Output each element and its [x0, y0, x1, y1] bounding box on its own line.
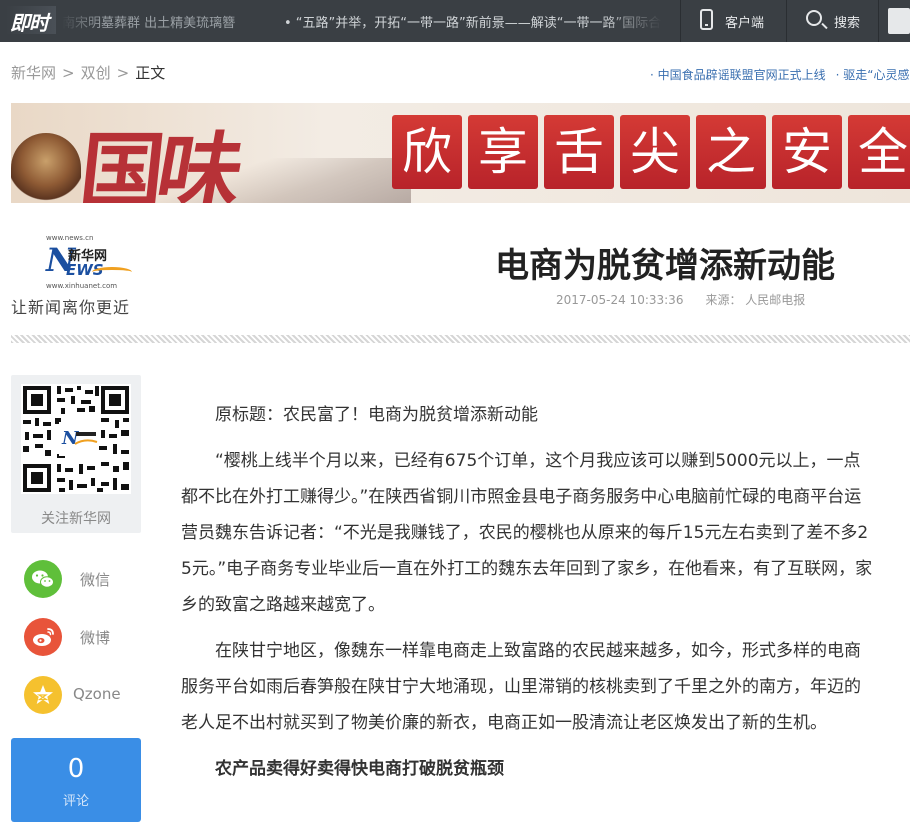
- topbar-divider: [878, 0, 879, 42]
- qr-code-graphic: N: [21, 384, 131, 494]
- qzone-star-icon: [24, 676, 62, 714]
- search-label: 搜索: [834, 16, 861, 31]
- qr-follow-label: 关注新华网: [41, 511, 111, 527]
- share-wechat-label: 微信: [80, 571, 111, 589]
- comment-button[interactable]: 0 评论: [11, 738, 141, 822]
- qr-code: N: [21, 384, 131, 494]
- news-ticker: 南宋明墓葬群 出土精美琉璃簪 • “五路”并举，开拓“一带一路”新前景——解读“…: [62, 0, 662, 42]
- search-button[interactable]: 搜索: [806, 0, 876, 42]
- menu-icon[interactable]: [888, 8, 910, 34]
- banner-slogan-char: 舌: [544, 115, 614, 189]
- qr-follow-box: N 关注新华网: [11, 375, 141, 533]
- hatched-divider: [11, 335, 910, 343]
- svg-text:N: N: [61, 428, 80, 449]
- breadcrumb: 新华网 > 双创 > 正文: [11, 62, 165, 83]
- article-body: 原标题：农民富了！电商为脱贫增添新动能 “樱桃上线半个月以来，已经有675个订单…: [181, 397, 873, 797]
- xinhua-logo[interactable]: www.news.cn N 新华网 EWS www.xinhuanet.com …: [11, 234, 151, 317]
- ticker-fade-right: [600, 0, 662, 42]
- logo-slogan: 让新闻离你更近: [11, 298, 131, 317]
- jishi-logo[interactable]: 即时: [10, 7, 49, 36]
- banner-slogan-char: 享: [468, 115, 538, 189]
- article-meta: 2017-05-24 10:33:36 来源： 人民邮电报: [556, 291, 805, 308]
- breadcrumb-current: 正文: [135, 64, 166, 82]
- wechat-glyph: [32, 570, 54, 588]
- article-subheading: 农产品卖得好卖得快电商打破脱贫瓶颈: [215, 759, 504, 779]
- comment-label: 评论: [62, 794, 89, 809]
- client-button[interactable]: 客户端: [700, 0, 780, 42]
- topbar-divider: [680, 0, 681, 42]
- comment-count: 0: [67, 754, 85, 784]
- topbar-divider: [786, 0, 787, 42]
- banner-slogan-char: 全: [848, 115, 910, 189]
- article-paragraph: 在陕甘宁地区，像魏东一样靠电商走上致富路的农民越来越多，如今，形式多样的电商服务…: [181, 641, 861, 733]
- article-title-text: 电商为脱贫增添新动能: [495, 246, 835, 286]
- breadcrumb-section[interactable]: 双创: [81, 64, 111, 82]
- banner-slogan-char: 尖: [620, 115, 690, 189]
- publish-datetime: 2017-05-24 10:33:36: [556, 293, 684, 307]
- weibo-icon: [24, 618, 62, 656]
- article-paragraph: “樱桃上线半个月以来，已经有675个订单，这个月我应该可以赚到5000元以上，一…: [181, 451, 873, 615]
- article-paragraph: 原标题：农民富了！电商为脱贫增添新动能: [215, 405, 538, 425]
- ad-banner[interactable]: 国 味 欣 享 舌 尖 之 安 全: [11, 103, 910, 203]
- news-logo-mark: N 新华网 EWS: [46, 243, 136, 283]
- weibo-glyph: [33, 628, 54, 646]
- food-bowl-image: [11, 133, 81, 203]
- banner-slogan-char: 安: [772, 115, 842, 189]
- search-icon: [806, 10, 822, 26]
- breadcrumb-home[interactable]: 新华网: [11, 64, 56, 82]
- ticker-fade-left: [62, 0, 102, 42]
- share-weibo-label: 微博: [80, 629, 111, 647]
- breadcrumb-separator: >: [62, 64, 75, 82]
- top-bar: 即时 南宋明墓葬群 出土精美琉璃簪 • “五路”并举，开拓“一带一路”新前景——…: [0, 0, 910, 42]
- news-link[interactable]: · 中国食品辟谣联盟官网正式上线: [650, 68, 826, 82]
- wechat-icon: [24, 560, 62, 598]
- share-qzone-label: Qzone: [73, 685, 121, 703]
- news-link[interactable]: · 驱走“心灵感冒”: [836, 68, 910, 82]
- logo-url-bottom: www.xinhuanet.com: [46, 282, 118, 290]
- phone-icon: [700, 9, 713, 30]
- logo-swoosh-icon: [92, 267, 132, 277]
- banner-slogan-char: 之: [696, 115, 766, 189]
- breadcrumb-separator: >: [116, 64, 130, 82]
- scrolling-news-links: · 中国食品辟谣联盟官网正式上线 · 驱走“心灵感冒”: [650, 66, 910, 84]
- qzone-star-glyph: [33, 685, 53, 704]
- article-source: 来源： 人民邮电报: [705, 293, 806, 307]
- client-label: 客户端: [725, 16, 765, 31]
- banner-slogan-char: 欣: [392, 115, 462, 189]
